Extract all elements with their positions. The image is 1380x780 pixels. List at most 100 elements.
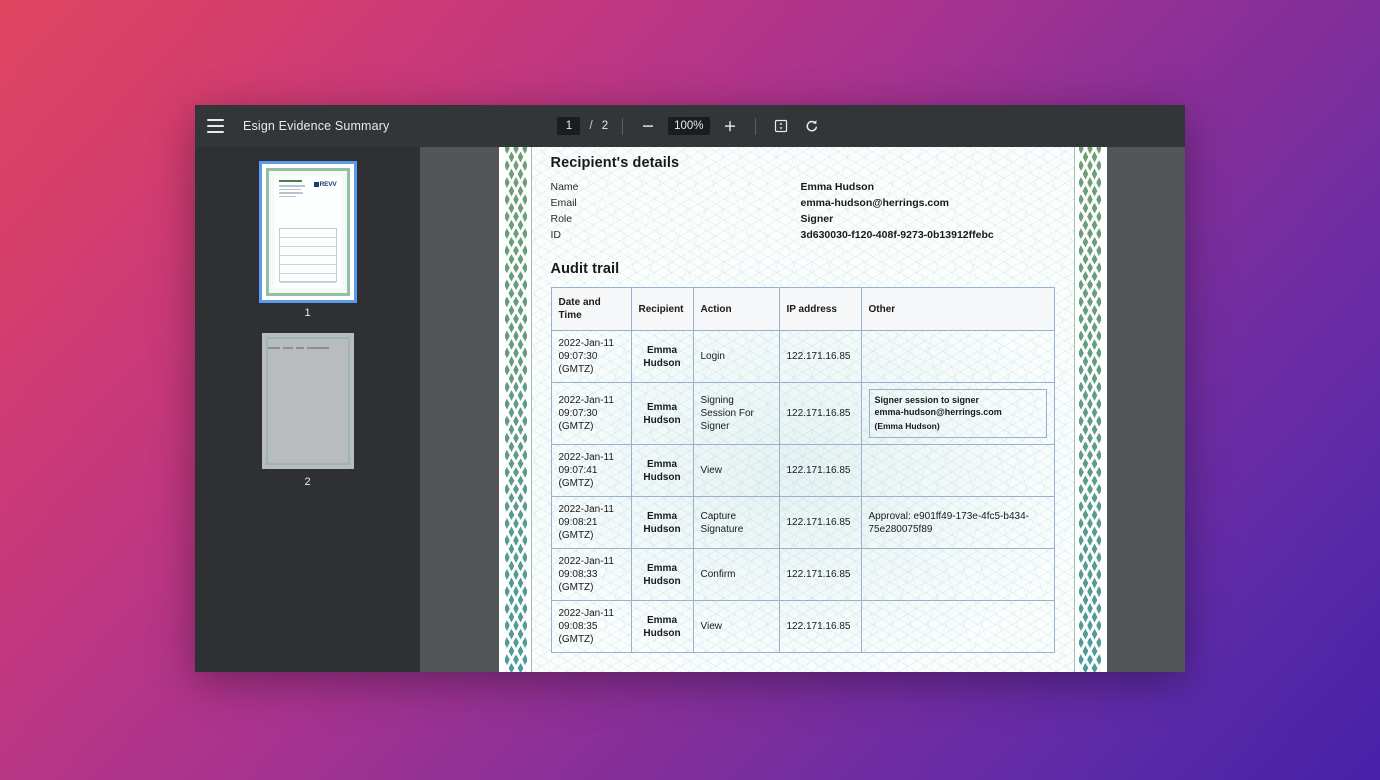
signer-session-title: Signer session to signer	[874, 395, 980, 405]
thumbnail-page-2-border	[265, 337, 350, 465]
certificate-rule-right	[1073, 147, 1075, 672]
table-row: 2022-Jan-11 09:08:33 (GMTZ) Emma Hudson …	[550, 548, 1055, 601]
audit-table-header-row: Date and Time Recipient Action IP addres…	[550, 287, 1055, 331]
pdf-viewer-window: Esign Evidence Summary 1 / 2 100% REVV 1…	[195, 105, 1185, 672]
thumbnail-page-2[interactable]: 2	[261, 333, 354, 488]
desktop-background: Esign Evidence Summary 1 / 2 100% REVV 1…	[0, 0, 1380, 780]
cell-action: Capture Signature	[692, 496, 780, 549]
cell-action: Signing Session For Signer	[692, 382, 780, 445]
certificate-rule-left	[530, 147, 532, 672]
cell-action: View	[692, 600, 780, 653]
rotate-counterclockwise-icon[interactable]	[801, 115, 823, 137]
cell-date: 2022-Jan-11 09:07:30 (GMTZ)	[550, 382, 632, 445]
thumbnail-text-line	[278, 188, 301, 190]
zoom-in-button[interactable]	[719, 115, 741, 137]
table-row: 2022-Jan-11 09:07:30 (GMTZ) Emma Hudson …	[550, 382, 1055, 445]
thumbnail-page-2-header	[267, 339, 348, 351]
recipient-row-name: Name Emma Hudson	[551, 180, 1055, 195]
cell-other	[860, 600, 1055, 653]
thumbnail-text-line	[278, 195, 296, 197]
thumbnail-page-2-preview	[261, 333, 354, 469]
page-separator: /	[589, 120, 593, 132]
recipient-name-label: Name	[550, 181, 579, 193]
toolbar-divider-2	[754, 117, 756, 135]
cell-date: 2022-Jan-11 09:08:33 (GMTZ)	[550, 548, 632, 601]
recipient-role-label: Role	[550, 213, 573, 225]
recipient-id-value: 3d630030-f120-408f-9273-0b13912ffebc	[800, 229, 994, 241]
thumbnail-table-preview	[278, 228, 337, 283]
column-header-date: Date and Time	[550, 287, 632, 331]
table-row: 2022-Jan-11 09:07:41 (GMTZ) Emma Hudson …	[550, 444, 1055, 497]
signer-session-email: emma-hudson@herrings.com	[874, 407, 1002, 417]
recipient-email-label: Email	[550, 197, 577, 209]
current-page-input[interactable]: 1	[557, 117, 581, 135]
cell-date: 2022-Jan-11 09:07:30 (GMTZ)	[550, 330, 632, 383]
pdf-page-1: Recipient's details Name Emma Hudson Ema…	[498, 147, 1107, 672]
thumbnail-heading-bar	[278, 180, 302, 182]
certificate-border-left	[504, 147, 527, 672]
signer-session-name: (Emma Hudson)	[874, 421, 940, 431]
cell-other: Signer session to signer emma-hudson@her…	[860, 382, 1055, 445]
zoom-out-button[interactable]	[637, 115, 659, 137]
cell-recipient: Emma Hudson	[630, 444, 694, 497]
recipient-row-role: Role Signer	[551, 212, 1055, 227]
viewer-body: REVV 1 2 Recipient's details Name Emma H…	[195, 147, 1185, 672]
cell-action: View	[692, 444, 780, 497]
recipient-row-id: ID 3d630030-f120-408f-9273-0b13912ffebc	[551, 228, 1055, 243]
signer-session-box: Signer session to signer emma-hudson@her…	[868, 389, 1047, 438]
thumbnail-page-1-label: 1	[304, 307, 311, 319]
column-header-other: Other	[860, 287, 1055, 331]
cell-date: 2022-Jan-11 09:08:35 (GMTZ)	[550, 600, 632, 653]
fit-to-page-icon[interactable]	[770, 115, 792, 137]
audit-trail-table: Date and Time Recipient Action IP addres…	[550, 287, 1055, 653]
pdf-toolbar: Esign Evidence Summary 1 / 2 100%	[195, 105, 1185, 147]
column-header-action: Action	[692, 287, 780, 331]
certificate-border-right	[1078, 147, 1101, 672]
cell-other: Approval: e901ff49-173e-4fc5-b434-75e280…	[860, 496, 1055, 549]
thumbnail-text-line	[278, 185, 305, 187]
cell-recipient: Emma Hudson	[630, 600, 694, 653]
thumbnail-page-1[interactable]: REVV 1	[258, 161, 357, 319]
cell-ip: 122.171.16.85	[778, 444, 862, 497]
cell-date: 2022-Jan-11 09:08:21 (GMTZ)	[550, 496, 632, 549]
page-viewport[interactable]: Recipient's details Name Emma Hudson Ema…	[420, 147, 1185, 672]
zoom-level-input[interactable]: 100%	[668, 117, 710, 135]
hamburger-menu-icon[interactable]	[207, 115, 229, 137]
thumbnail-certificate-border: REVV	[265, 168, 350, 296]
cell-recipient: Emma Hudson	[630, 548, 694, 601]
cell-ip: 122.171.16.85	[778, 600, 862, 653]
revv-logo: REVV	[314, 181, 337, 188]
cell-other	[860, 548, 1055, 601]
cell-ip: 122.171.16.85	[778, 382, 862, 445]
cell-action: Confirm	[692, 548, 780, 601]
page-content: Recipient's details Name Emma Hudson Ema…	[550, 155, 1055, 653]
thumbnail-page-1-preview: REVV	[258, 161, 357, 303]
toolbar-divider	[622, 117, 624, 135]
column-header-ip: IP address	[778, 287, 862, 331]
recipient-row-email: Email emma-hudson@herrings.com	[551, 196, 1055, 211]
thumbnail-text-line	[278, 192, 303, 194]
table-row: 2022-Jan-11 09:07:30 (GMTZ) Emma Hudson …	[550, 330, 1055, 383]
cell-action: Login	[692, 330, 780, 383]
recipient-details-heading: Recipient's details	[550, 155, 680, 171]
document-title: Esign Evidence Summary	[243, 119, 390, 133]
total-pages-label: 2	[601, 120, 609, 132]
thumbnail-sidebar[interactable]: REVV 1 2	[195, 147, 420, 672]
thumbnail-page-2-label: 2	[304, 476, 311, 488]
cell-ip: 122.171.16.85	[778, 330, 862, 383]
cell-recipient: Emma Hudson	[630, 382, 694, 445]
table-row: 2022-Jan-11 09:08:35 (GMTZ) Emma Hudson …	[550, 600, 1055, 653]
recipient-name-value: Emma Hudson	[800, 181, 875, 193]
cell-other	[860, 444, 1055, 497]
recipient-role-value: Signer	[800, 213, 834, 225]
column-header-recipient: Recipient	[630, 287, 694, 331]
table-row: 2022-Jan-11 09:08:21 (GMTZ) Emma Hudson …	[550, 496, 1055, 549]
cell-recipient: Emma Hudson	[630, 496, 694, 549]
recipient-id-label: ID	[550, 229, 562, 241]
cell-ip: 122.171.16.85	[778, 548, 862, 601]
cell-recipient: Emma Hudson	[630, 330, 694, 383]
thumbnail-page-body: REVV	[273, 176, 342, 288]
audit-trail-heading: Audit trail	[550, 261, 620, 277]
cell-ip: 122.171.16.85	[778, 496, 862, 549]
cell-date: 2022-Jan-11 09:07:41 (GMTZ)	[550, 444, 632, 497]
